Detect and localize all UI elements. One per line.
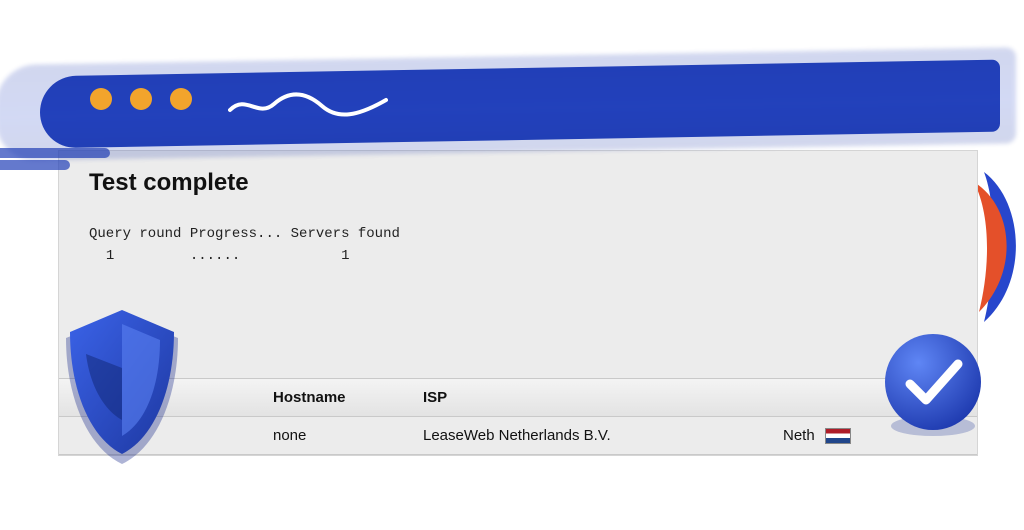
checkmark-badge-icon — [878, 330, 988, 440]
table-header-isp: ISP — [409, 378, 769, 416]
results-panel: Test complete Query round Progress... Se… — [58, 150, 978, 456]
table-header-row: Hostname ISP — [59, 378, 977, 416]
brush-stroke-icon — [0, 160, 70, 170]
window-dot-icon — [90, 88, 112, 110]
country-text: Neth — [783, 427, 815, 444]
query-col-round: Query round — [89, 226, 181, 242]
table-cell-isp: LeaseWeb Netherlands B.V. — [409, 416, 769, 454]
flag-netherlands-icon — [825, 428, 851, 444]
window-controls — [90, 88, 192, 110]
table-header-hostname: Hostname — [259, 378, 409, 416]
page-title: Test complete — [89, 169, 947, 197]
query-row-servers: 1 — [341, 248, 349, 264]
window-dot-icon — [130, 88, 152, 110]
query-row-round: 1 — [106, 248, 114, 264]
shield-icon — [52, 310, 192, 470]
results-table: Hostname ISP none LeaseWeb Netherlands B… — [59, 378, 977, 455]
query-col-servers: Servers found — [291, 226, 400, 242]
window-dot-icon — [170, 88, 192, 110]
table-row: none LeaseWeb Netherlands B.V. Neth — [59, 416, 977, 454]
query-progress-block: Query round Progress... Servers found 1 … — [89, 223, 947, 268]
query-row-progress: ...... — [190, 248, 240, 264]
table-cell-hostname: none — [259, 416, 409, 454]
address-bar-squiggle-icon — [228, 92, 388, 118]
query-col-progress: Progress... — [190, 226, 282, 242]
